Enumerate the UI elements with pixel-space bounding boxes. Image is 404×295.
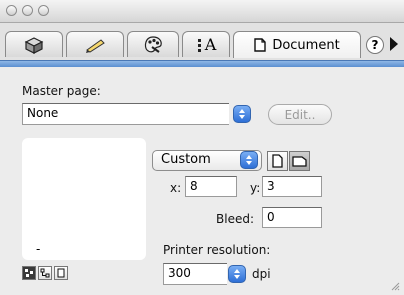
landscape-button[interactable]	[289, 151, 310, 171]
page-view-icon	[57, 268, 65, 278]
document-icon	[254, 38, 267, 52]
edit-master-button[interactable]: Edit..	[268, 104, 332, 125]
master-page-label: Master page:	[22, 84, 101, 98]
document-tab-label: Document	[272, 37, 340, 53]
close-window-button[interactable]	[6, 5, 17, 16]
page-size-stepper-icon[interactable]	[240, 151, 258, 169]
zoom-window-button[interactable]	[38, 5, 49, 16]
portrait-button[interactable]	[267, 151, 288, 171]
y-label: y:	[250, 181, 261, 195]
landscape-icon	[292, 156, 307, 167]
resize-grip-icon[interactable]	[390, 281, 400, 291]
title-bar	[0, 0, 404, 23]
text-icon	[197, 38, 201, 52]
tab-document[interactable]: Document	[233, 31, 361, 58]
grid-view-button[interactable]	[22, 266, 36, 280]
dpi-unit-label: dpi	[252, 267, 271, 281]
minimize-window-button[interactable]	[22, 5, 33, 16]
box-icon	[24, 36, 44, 54]
tab-palette[interactable]	[127, 31, 179, 57]
more-tabs-arrow-icon[interactable]	[390, 37, 398, 51]
bleed-label: Bleed:	[216, 212, 254, 226]
master-page-stepper-icon[interactable]	[233, 105, 251, 123]
page-preview: -	[22, 138, 146, 260]
inspector-window: A Document ? Master page: None Edit.. - …	[0, 0, 404, 295]
printer-resolution-label: Printer resolution:	[163, 243, 271, 257]
help-icon: ?	[371, 38, 379, 52]
tab-bar: A Document	[0, 23, 404, 63]
page-view-button[interactable]	[54, 266, 68, 280]
edit-master-label: Edit..	[284, 107, 316, 122]
tab-pencil[interactable]	[66, 31, 124, 57]
text-tab-label: A	[204, 35, 217, 54]
tree-view-button[interactable]	[38, 266, 52, 280]
tab-text[interactable]: A	[182, 31, 230, 57]
help-button[interactable]: ?	[366, 36, 384, 54]
bleed-field[interactable]: 0	[262, 207, 322, 228]
x-field[interactable]: 8	[185, 176, 237, 197]
tab-strip-rule	[0, 60, 404, 67]
printer-resolution-stepper-icon[interactable]	[228, 265, 246, 283]
y-field[interactable]: 3	[262, 176, 322, 197]
preview-caption: -	[36, 242, 41, 256]
page-size-value: Custom	[161, 152, 211, 167]
palette-icon	[144, 35, 162, 53]
grid-view-icon	[25, 269, 33, 277]
pencil-icon	[86, 38, 105, 53]
master-page-select[interactable]: None	[22, 103, 229, 125]
x-label: x:	[170, 181, 182, 195]
tab-box[interactable]	[5, 31, 63, 57]
portrait-icon	[272, 154, 283, 168]
tree-view-icon	[40, 268, 50, 278]
printer-resolution-field[interactable]: 300	[163, 263, 227, 285]
